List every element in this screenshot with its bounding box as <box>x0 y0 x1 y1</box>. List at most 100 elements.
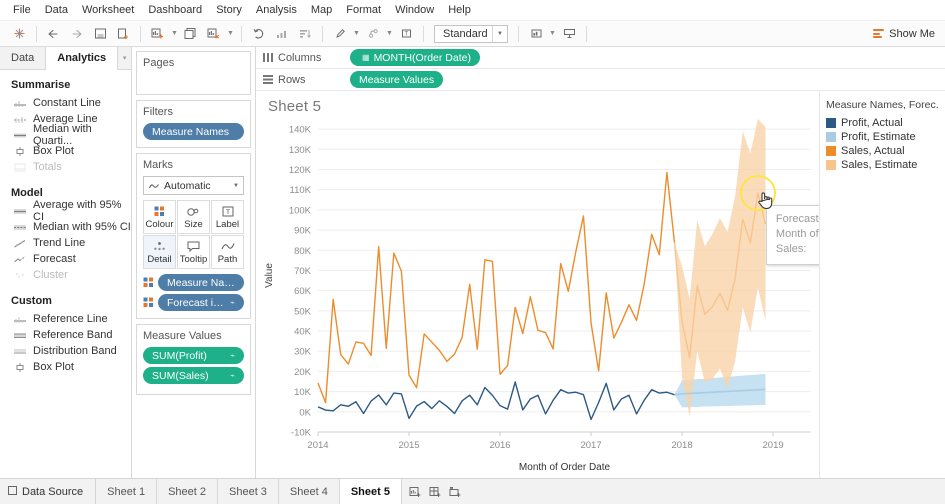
redo-icon[interactable] <box>66 24 88 44</box>
mark-button-detail[interactable]: Detail <box>143 235 176 269</box>
mark-button-colour[interactable]: Colour <box>143 200 176 234</box>
menu-data[interactable]: Data <box>38 2 75 18</box>
sheet-tab-sheet-5[interactable]: Sheet 5 <box>340 479 402 504</box>
svg-text:2019: 2019 <box>763 440 784 451</box>
status-bar-filler <box>469 479 945 504</box>
legend-item-profit-actual[interactable]: Profit, Actual <box>826 116 939 130</box>
svg-text:100K: 100K <box>289 205 312 216</box>
highlight-icon[interactable] <box>329 24 351 44</box>
show-labels-icon[interactable]: T <box>395 24 417 44</box>
duplicate-sheet-icon[interactable] <box>180 24 202 44</box>
sheet-tab-sheet-2[interactable]: Sheet 2 <box>157 479 218 504</box>
legend-item-sales-actual[interactable]: Sales, Actual <box>826 144 939 158</box>
menu-window[interactable]: Window <box>388 2 441 18</box>
mark-pill-forecast-indi[interactable]: Forecast indi..⌁ <box>158 294 244 311</box>
analytics-item-median-with-95-ci[interactable]: Median with 95% CI <box>0 219 131 235</box>
tableau-logo-icon[interactable] <box>8 24 30 44</box>
mark-button-tooltip[interactable]: Tooltip <box>177 235 210 269</box>
analytics-item-label: Box Plot <box>33 145 74 157</box>
sidebar-tab-analytics[interactable]: Analytics <box>46 47 118 70</box>
columns-drop-zone[interactable]: ▦ MONTH(Order Date) <box>350 49 945 66</box>
show-me-button[interactable]: Show Me <box>873 28 935 40</box>
sheet-tab-sheet-4[interactable]: Sheet 4 <box>279 479 340 504</box>
analytics-group-custom: CustomReference LineReference BandDistri… <box>0 295 131 375</box>
row-pill-measure-values[interactable]: Measure Values <box>350 71 443 88</box>
svg-text:30K: 30K <box>294 347 312 358</box>
colour-icon[interactable] <box>143 297 154 308</box>
date-icon: ▦ <box>362 53 370 62</box>
mark-button-path[interactable]: Path <box>211 235 244 269</box>
sidebar-tab-data[interactable]: Data <box>0 47 46 69</box>
sort-descending-icon[interactable] <box>294 24 316 44</box>
chevron-down-icon[interactable]: ▼ <box>229 183 243 189</box>
new-story-icon[interactable] <box>447 483 464 500</box>
sheet-tab-sheet-1[interactable]: Sheet 1 <box>96 479 157 504</box>
menu-format[interactable]: Format <box>339 2 388 18</box>
rows-drop-zone[interactable]: Measure Values <box>350 71 945 88</box>
chart-canvas[interactable]: Sheet 5 140K130K120K110K100K90K80K70K60K… <box>256 91 819 478</box>
new-worksheet-icon[interactable] <box>407 483 424 500</box>
sidebar-more-icon[interactable]: ▾ <box>118 47 131 69</box>
analytics-item-label: Median with Quarti... <box>33 123 131 147</box>
menu-dashboard[interactable]: Dashboard <box>141 2 209 18</box>
filter-pill-measure-names[interactable]: Measure Names <box>143 123 244 140</box>
pages-card: Pages <box>136 51 251 95</box>
fit-dropdown-icon[interactable]: ▼ <box>548 24 557 44</box>
mark-button-label: Label <box>216 219 239 230</box>
menu-analysis[interactable]: Analysis <box>249 2 304 18</box>
analytics-item-reference-band[interactable]: Reference Band <box>0 327 131 343</box>
trend-line-icon <box>13 238 26 249</box>
cluster-icon <box>13 270 26 281</box>
swap-rows-cols-icon[interactable] <box>248 24 270 44</box>
colour-icon[interactable] <box>143 277 154 288</box>
new-worksheet-dropdown-icon[interactable]: ▼ <box>170 24 179 44</box>
mark-pill-measure-names[interactable]: Measure Names <box>158 274 244 291</box>
sheet-tab-sheet-3[interactable]: Sheet 3 <box>218 479 279 504</box>
analytics-item-average-with-95-ci[interactable]: Average with 95% CI <box>0 203 131 219</box>
new-dashboard-icon[interactable] <box>427 483 444 500</box>
undo-icon[interactable] <box>43 24 65 44</box>
legend-item-sales-estimate[interactable]: Sales, Estimate <box>826 158 939 172</box>
analytics-item-median-with-quarti[interactable]: Median with Quarti... <box>0 127 131 143</box>
new-worksheet-icon[interactable] <box>147 24 169 44</box>
group-members-icon[interactable] <box>362 24 384 44</box>
rows-shelf[interactable]: Rows Measure Values <box>256 69 945 91</box>
legend-item-profit-estimate[interactable]: Profit, Estimate <box>826 130 939 144</box>
chevron-down-icon[interactable]: ▼ <box>492 26 507 42</box>
analytics-item-constant-line[interactable]: Constant Line <box>0 95 131 111</box>
group-dropdown-icon[interactable]: ▼ <box>385 24 394 44</box>
analytics-item-box-plot[interactable]: Box Plot <box>0 359 131 375</box>
analytics-item-forecast[interactable]: Forecast <box>0 251 131 267</box>
mark-button-label[interactable]: TLabel <box>211 200 244 234</box>
new-datasource-icon[interactable] <box>112 24 134 44</box>
clear-sheet-icon[interactable] <box>203 24 225 44</box>
show-me-icon <box>873 29 884 38</box>
highlight-dropdown-icon[interactable]: ▼ <box>352 24 361 44</box>
menu-file[interactable]: File <box>6 2 38 18</box>
analytics-item-trend-line[interactable]: Trend Line <box>0 235 131 251</box>
menu-worksheet[interactable]: Worksheet <box>75 2 141 18</box>
analytics-item-distribution-band[interactable]: Distribution Band <box>0 343 131 359</box>
measure-pill-sum-sales[interactable]: SUM(Sales) ⌁ <box>143 367 244 384</box>
analytics-item-reference-line[interactable]: Reference Line <box>0 311 131 327</box>
menu-map[interactable]: Map <box>304 2 339 18</box>
mark-type-select[interactable]: Automatic ▼ <box>143 176 244 195</box>
presentation-icon[interactable] <box>558 24 580 44</box>
mark-button-size[interactable]: Size <box>177 200 210 234</box>
column-pill-month-order-date[interactable]: ▦ MONTH(Order Date) <box>350 49 480 66</box>
sort-ascending-icon[interactable] <box>271 24 293 44</box>
totals-icon <box>13 162 26 173</box>
fit-icon[interactable] <box>525 24 547 44</box>
detail-icon <box>153 240 166 253</box>
legend-swatch <box>826 160 836 170</box>
menu-story[interactable]: Story <box>209 2 249 18</box>
worksheet: Columns ▦ MONTH(Order Date) Rows <box>256 47 945 478</box>
columns-shelf[interactable]: Columns ▦ MONTH(Order Date) <box>256 47 945 69</box>
box-plot-icon <box>13 146 26 157</box>
save-icon[interactable] <box>89 24 111 44</box>
clear-sheet-dropdown-icon[interactable]: ▼ <box>226 24 235 44</box>
data-source-tab[interactable]: Data Source <box>0 479 96 504</box>
menu-help[interactable]: Help <box>441 2 478 18</box>
measure-pill-sum-profit[interactable]: SUM(Profit) ⌁ <box>143 347 244 364</box>
fit-select[interactable]: Standard ▼ <box>434 25 508 43</box>
